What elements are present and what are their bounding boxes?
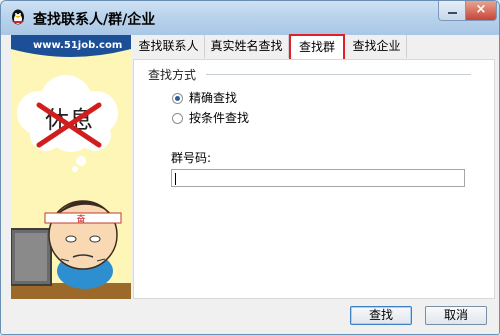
ad-illustration-panel[interactable]: www.51job.com 休息 奋 xyxy=(11,35,131,299)
condition-search-label: 按条件查找 xyxy=(189,111,250,125)
title-bar[interactable]: 查找联系人/群/企业 × xyxy=(1,1,499,35)
tab-find-group[interactable]: 查找群 xyxy=(289,34,345,59)
tab-find-enterprise[interactable]: 查找企业 xyxy=(347,35,407,58)
text-caret xyxy=(175,172,176,185)
condition-search-radio[interactable] xyxy=(172,113,183,124)
group-number-input[interactable] xyxy=(171,169,465,187)
thought-cloud: 休息 xyxy=(17,75,118,172)
tired-boy-illustration: 奋 xyxy=(11,200,131,299)
search-method-label: 查找方式 xyxy=(148,68,197,82)
group-number-label: 群号码: xyxy=(171,151,212,165)
tab-bar: 查找联系人 真实姓名查找 查找群 查找企业 xyxy=(133,34,495,59)
minimize-icon xyxy=(448,12,457,14)
exact-search-radio[interactable] xyxy=(172,93,183,104)
tab-real-name-search[interactable]: 真实姓名查找 xyxy=(205,35,289,58)
close-button[interactable]: × xyxy=(465,1,497,21)
headband-text: 奋 xyxy=(76,213,85,225)
section-divider xyxy=(206,74,471,75)
find-dialog-window: 查找联系人/群/企业 × www.51job.com 休息 奋 查找联系人 真实… xyxy=(0,0,500,335)
find-button[interactable]: 查找 xyxy=(350,306,412,325)
logo-text: www.51job.com xyxy=(33,40,123,51)
condition-search-option[interactable]: 按条件查找 xyxy=(172,109,249,126)
tab-find-contact[interactable]: 查找联系人 xyxy=(133,35,205,58)
minimize-button[interactable] xyxy=(438,1,466,21)
exact-search-label: 精确查找 xyxy=(189,91,238,105)
thought-text: 休息 xyxy=(45,106,93,134)
cancel-button[interactable]: 取消 xyxy=(425,306,487,325)
qq-penguin-icon xyxy=(12,9,24,25)
window-title: 查找联系人/群/企业 xyxy=(33,12,156,28)
exact-search-option[interactable]: 精确查找 xyxy=(172,89,237,106)
